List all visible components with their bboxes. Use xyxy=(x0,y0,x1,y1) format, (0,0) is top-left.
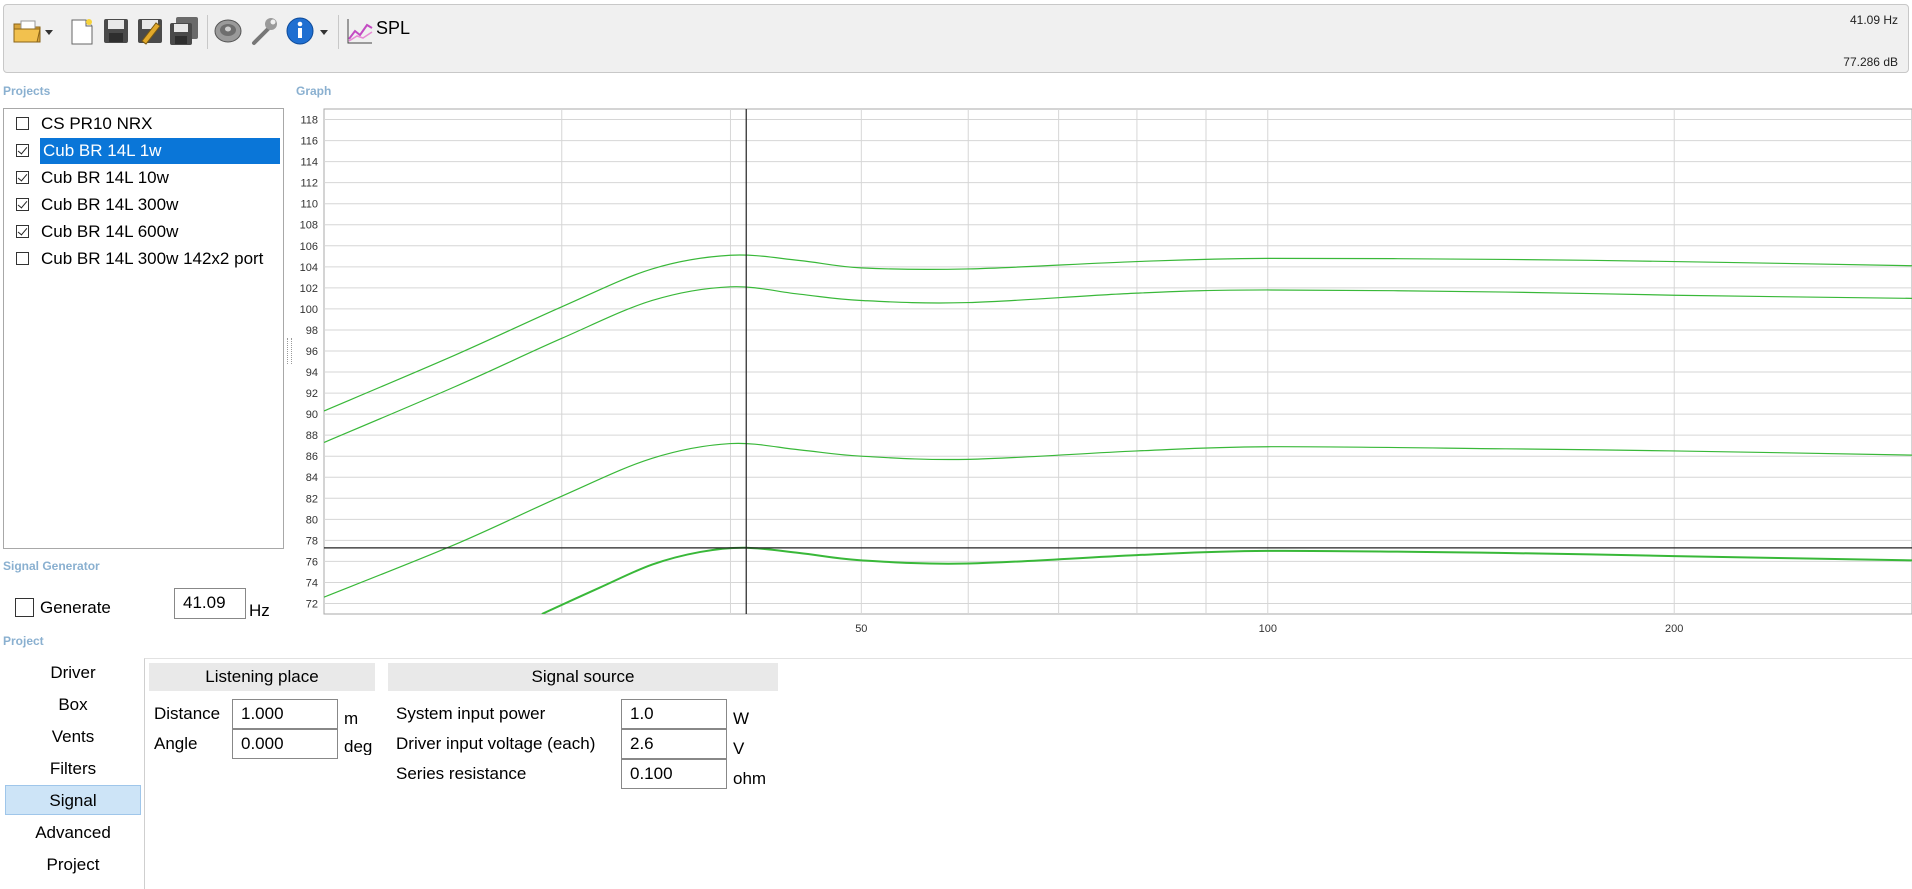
project-item[interactable]: CS PR10 NRX xyxy=(8,111,280,137)
project-label: Cub BR 14L 300w xyxy=(41,195,179,214)
y-tick-label: 72 xyxy=(306,598,318,610)
nav-driver[interactable]: Driver xyxy=(5,658,141,688)
nav-signal[interactable]: Signal xyxy=(5,785,141,815)
y-tick-label: 98 xyxy=(306,325,318,337)
spl-graph[interactable]: 72 74 76 78 80 82 84 86 88 90 92 94 96 98 100 102 104 106… xyxy=(290,106,1912,636)
y-tick-label: 90 xyxy=(306,409,318,421)
nav-box[interactable]: Box xyxy=(5,690,141,720)
project-checkbox[interactable] xyxy=(16,117,29,130)
project-item[interactable]: Cub BR 14L 600w xyxy=(8,219,280,245)
signal-source-header: Signal source xyxy=(388,663,778,691)
y-tick-label: 100 xyxy=(300,304,318,316)
nav-filters[interactable]: Filters xyxy=(5,754,141,784)
system-input-power-unit: W xyxy=(733,709,750,728)
system-input-power-input[interactable]: 1.0 xyxy=(621,699,727,729)
generator-frequency-input[interactable]: 41.09 xyxy=(174,588,246,619)
driver-input-voltage-unit: V xyxy=(733,739,745,758)
info-icon[interactable] xyxy=(284,15,336,47)
angle-input[interactable]: 0.000 xyxy=(232,729,338,759)
y-tick-label: 118 xyxy=(300,115,318,127)
x-tick-label: 200 xyxy=(1665,623,1683,635)
project-label: Cub BR 14L 1w xyxy=(40,138,280,164)
nav-advanced[interactable]: Advanced xyxy=(5,818,141,848)
project-item[interactable]: Cub BR 14L 300w xyxy=(8,192,280,218)
project-section-label: Project xyxy=(3,634,44,648)
open-folder-icon[interactable] xyxy=(12,15,56,47)
series-resistance-input[interactable]: 0.100 xyxy=(621,759,727,789)
y-tick-label: 76 xyxy=(306,556,318,568)
angle-unit: deg xyxy=(344,737,373,755)
y-tick-label: 102 xyxy=(300,283,318,295)
y-tick-label: 110 xyxy=(300,199,318,211)
angle-label: Angle xyxy=(154,734,198,753)
system-input-power-label: System input power xyxy=(396,704,546,723)
projects-section-label: Projects xyxy=(3,84,51,98)
y-tick-label: 86 xyxy=(306,451,318,463)
project-label: CS PR10 NRX xyxy=(41,114,153,133)
nav-project[interactable]: Project xyxy=(5,850,141,880)
save-edit-icon[interactable] xyxy=(134,15,166,47)
angle-unit-clip: deg xyxy=(344,737,372,755)
y-tick-label: 92 xyxy=(306,388,318,400)
y-tick-label: 80 xyxy=(306,514,318,526)
project-label: Cub BR 14L 10w xyxy=(41,168,169,187)
signal-generator-section-label: Signal Generator xyxy=(3,559,100,573)
y-tick-label: 114 xyxy=(300,157,318,169)
toolbar-separator xyxy=(338,15,339,49)
cursor-frequency-readout: 41.09 Hz xyxy=(1849,13,1898,27)
distance-input[interactable]: 1.000 xyxy=(232,699,338,729)
generator-frequency-unit: Hz xyxy=(249,601,270,620)
driver-input-voltage-label: Driver input voltage (each) xyxy=(396,734,596,753)
speaker-icon[interactable] xyxy=(212,15,244,47)
project-label: Cub BR 14L 600w xyxy=(41,222,179,241)
project-checkbox[interactable] xyxy=(16,171,29,184)
spl-chart-icon[interactable] xyxy=(344,15,376,47)
series-resistance-unit: ohm xyxy=(733,769,767,788)
y-tick-label: 104 xyxy=(300,262,318,274)
y-tick-label: 74 xyxy=(306,577,318,589)
generate-label: Generate xyxy=(40,598,111,617)
toolbar-separator xyxy=(207,15,208,49)
cursor-level-readout: 77.286 dB xyxy=(1843,55,1898,69)
project-checkbox[interactable] xyxy=(16,144,29,157)
y-tick-label: 116 xyxy=(300,136,318,148)
projects-list[interactable]: CS PR10 NRX Cub BR 14L 1w Cub BR 14L 10w… xyxy=(3,108,284,549)
y-tick-label: 82 xyxy=(306,493,318,505)
save-all-icon[interactable] xyxy=(168,15,200,47)
listening-place-header: Listening place xyxy=(149,663,375,691)
project-item[interactable]: Cub BR 14L 1w xyxy=(8,138,280,164)
project-item[interactable]: Cub BR 14L 10w xyxy=(8,165,280,191)
y-tick-label: 78 xyxy=(306,535,318,547)
project-item[interactable]: Cub BR 14L 300w 142x2 port xyxy=(8,246,280,272)
project-checkbox[interactable] xyxy=(16,252,29,265)
project-checkbox[interactable] xyxy=(16,225,29,238)
y-tick-label: 108 xyxy=(300,220,318,232)
distance-label: Distance xyxy=(154,704,221,723)
series-resistance-label: Series resistance xyxy=(396,764,527,783)
y-tick-label: 84 xyxy=(306,472,318,484)
project-label: Cub BR 14L 300w 142x2 port xyxy=(41,249,264,268)
x-tick-label: 100 xyxy=(1259,623,1277,635)
y-tick-label: 112 xyxy=(300,178,318,190)
spl-label[interactable]: SPL xyxy=(376,18,410,39)
nav-vents[interactable]: Vents xyxy=(5,722,141,752)
distance-unit: m xyxy=(344,709,359,728)
toolbar: SPL 41.09 Hz 77.286 dB xyxy=(3,4,1909,73)
y-tick-label: 94 xyxy=(306,367,318,379)
project-checkbox[interactable] xyxy=(16,198,29,211)
generate-checkbox[interactable] xyxy=(15,598,34,617)
signal-settings-panel: Listening place Distance 1.000 m Angle 0… xyxy=(144,658,1912,889)
y-tick-label: 88 xyxy=(306,430,318,442)
y-tick-label: 96 xyxy=(306,346,318,358)
wrench-icon[interactable] xyxy=(248,15,280,47)
graph-section-label: Graph xyxy=(296,84,332,98)
new-file-icon[interactable] xyxy=(66,15,98,47)
x-tick-label: 50 xyxy=(855,623,867,635)
save-icon[interactable] xyxy=(100,15,132,47)
driver-input-voltage-input[interactable]: 2.6 xyxy=(621,729,727,759)
y-tick-label: 106 xyxy=(300,241,318,253)
